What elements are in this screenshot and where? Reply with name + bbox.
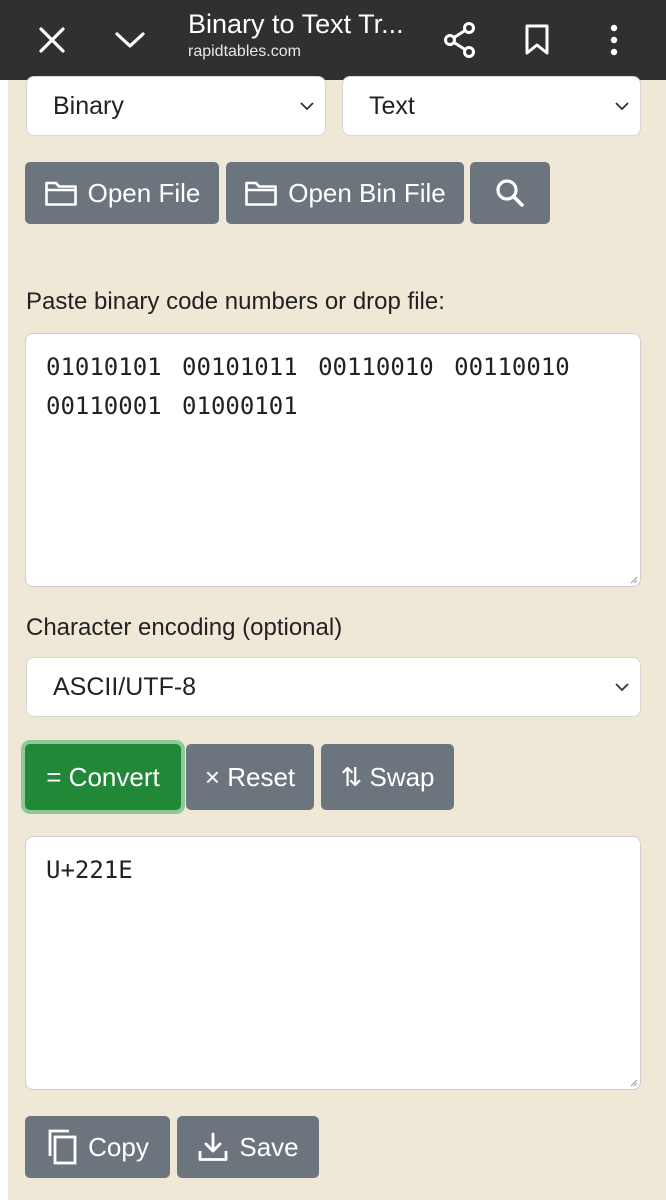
to-format-value: Text bbox=[369, 91, 415, 120]
copy-button[interactable]: Copy bbox=[25, 1116, 170, 1178]
open-bin-file-button[interactable]: Open Bin File bbox=[226, 162, 464, 224]
chevron-down-icon bbox=[299, 101, 315, 111]
close-icon[interactable] bbox=[26, 0, 78, 80]
more-vert-icon[interactable] bbox=[588, 0, 640, 80]
encoding-value: ASCII/UTF-8 bbox=[53, 672, 197, 701]
from-format-select[interactable]: Binary bbox=[26, 76, 326, 136]
folder-icon bbox=[44, 181, 77, 206]
convert-label: = Convert bbox=[46, 761, 160, 792]
save-button[interactable]: Save bbox=[177, 1116, 319, 1178]
chevron-down-icon[interactable] bbox=[104, 0, 156, 80]
encoding-select[interactable]: ASCII/UTF-8 bbox=[26, 657, 641, 717]
reset-button[interactable]: × Reset bbox=[186, 744, 314, 810]
page-title: Binary to Text Tr... bbox=[188, 9, 404, 39]
swap-label: ⇅ Swap bbox=[340, 761, 435, 792]
save-label: Save bbox=[239, 1131, 299, 1162]
text-output[interactable]: U+221E bbox=[25, 836, 641, 1090]
open-file-button[interactable]: Open File bbox=[25, 162, 219, 224]
copy-icon bbox=[48, 1129, 77, 1165]
paste-label: Paste binary code numbers or drop file: bbox=[26, 288, 445, 315]
browser-toolbar: Binary to Text Tr... rapidtables.com bbox=[0, 0, 666, 80]
from-format-value: Binary bbox=[53, 91, 124, 120]
reset-label: × Reset bbox=[204, 761, 296, 792]
page-url: rapidtables.com bbox=[188, 43, 301, 60]
search-button[interactable] bbox=[470, 162, 550, 224]
binary-input-value: 01010101 00101011 00110010 00110010 0011… bbox=[46, 353, 570, 420]
open-file-label: Open File bbox=[87, 177, 201, 208]
share-icon[interactable] bbox=[434, 0, 486, 80]
resize-handle-icon[interactable] bbox=[628, 1077, 638, 1087]
copy-label: Copy bbox=[88, 1131, 149, 1162]
binary-input[interactable]: 01010101 00101011 00110010 00110010 0011… bbox=[25, 333, 641, 587]
convert-button[interactable]: = Convert bbox=[25, 744, 181, 810]
bookmark-icon[interactable] bbox=[511, 0, 563, 80]
text-output-value: U+221E bbox=[46, 856, 133, 884]
swap-button[interactable]: ⇅ Swap bbox=[321, 744, 454, 810]
encoding-label: Character encoding (optional) bbox=[26, 614, 343, 641]
search-icon bbox=[496, 179, 524, 207]
chevron-down-icon bbox=[614, 101, 630, 111]
download-icon bbox=[198, 1132, 228, 1161]
to-format-select[interactable]: Text bbox=[342, 76, 641, 136]
open-bin-file-label: Open Bin File bbox=[288, 177, 446, 208]
chevron-down-icon bbox=[614, 682, 630, 692]
browser-title-area[interactable]: Binary to Text Tr... rapidtables.com bbox=[188, 8, 413, 63]
resize-handle-icon[interactable] bbox=[628, 574, 638, 584]
converter-panel: Binary Text Open File Open Bin File Past… bbox=[8, 76, 666, 1200]
folder-icon bbox=[245, 181, 278, 206]
